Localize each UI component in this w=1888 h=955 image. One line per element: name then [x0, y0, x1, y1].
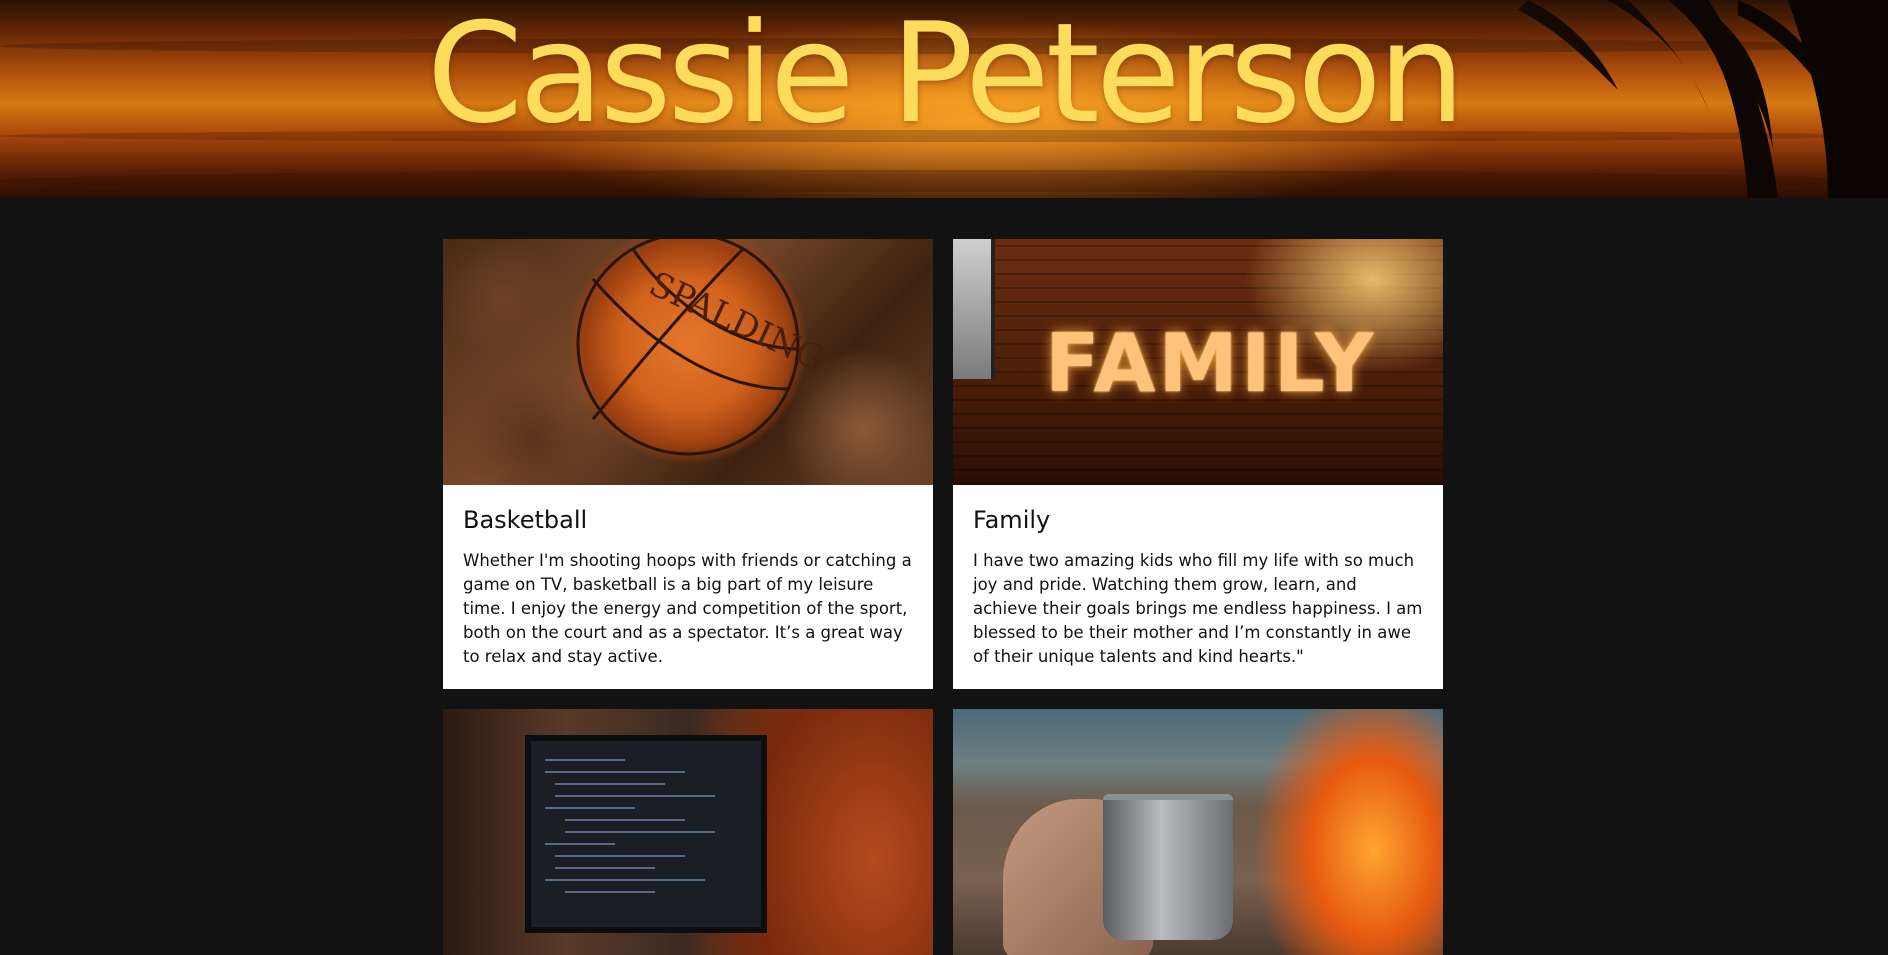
camping-image — [953, 709, 1443, 955]
card-body: Basketball Whether I'm shooting hoops wi… — [443, 485, 933, 689]
card-camping — [953, 709, 1443, 955]
card-basketball: SPALDING Basketball Whether I'm shooting… — [443, 239, 933, 689]
hero-banner: Cassie Peterson — [0, 0, 1888, 198]
window — [953, 239, 995, 379]
card-text: Whether I'm shooting hoops with friends … — [463, 551, 912, 666]
monitor — [525, 735, 767, 933]
mug-icon — [1103, 794, 1233, 940]
card-text: I have two amazing kids who fill my life… — [973, 551, 1423, 666]
basketball-icon: SPALDING — [576, 239, 830, 456]
card-title: Family — [973, 506, 1051, 534]
basketball-image: SPALDING — [443, 239, 933, 485]
card-title: Basketball — [463, 506, 588, 534]
coding-image — [443, 709, 933, 955]
card-family: FAMILY Family I have two amazing kids wh… — [953, 239, 1443, 689]
basketball-brand-text: SPALDING — [643, 264, 830, 380]
family-image: FAMILY — [953, 239, 1443, 485]
card-body: Family I have two amazing kids who fill … — [953, 485, 1443, 689]
page-title: Cassie Peterson — [426, 0, 1466, 154]
interests-grid: SPALDING Basketball Whether I'm shooting… — [443, 239, 1443, 955]
card-coding — [443, 709, 933, 955]
family-marquee-text: FAMILY — [1045, 317, 1377, 410]
